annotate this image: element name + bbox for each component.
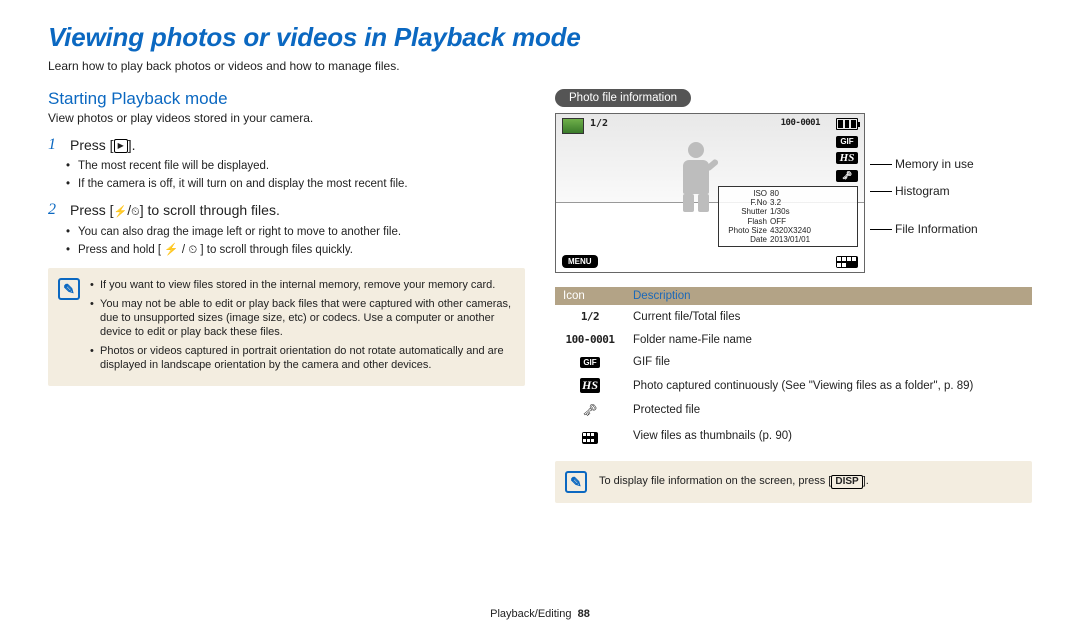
note-icon: ✎ — [565, 471, 587, 493]
tip-box: ✎ To display file information on the scr… — [555, 461, 1032, 503]
flash-icon — [114, 202, 128, 218]
playback-icon — [114, 139, 128, 153]
step-2: 2 Press [/] to scroll through files. — [48, 202, 525, 219]
step1-text-suffix: ]. — [128, 137, 136, 153]
counter-icon: 1/2 — [581, 310, 599, 323]
callout-memory: Memory in use — [895, 157, 974, 171]
step2-bullets: You can also drag the image left or righ… — [48, 225, 525, 258]
step-number: 1 — [48, 137, 62, 153]
hs-badge-icon: HS — [836, 152, 858, 164]
icon-description-table: Icon Description 1/2Current file/Total f… — [555, 287, 1032, 449]
menu-button[interactable]: MENU — [562, 255, 598, 268]
screen-figure: 1/2 100-0001 GIF HS 🗝 ISO80 F.No3.2 Shut… — [555, 113, 865, 273]
col-icon: Icon — [555, 287, 625, 305]
key-icon: 🗝 — [582, 403, 597, 417]
list-item: If the camera is off, it will turn on an… — [78, 177, 525, 193]
section-heading: Starting Playback mode — [48, 89, 525, 109]
folder-label-icon: 100-0001 — [566, 333, 615, 346]
disp-button-icon: DISP — [831, 475, 862, 489]
table-row: View files as thumbnails (p. 90) — [555, 422, 1032, 449]
section-desc: View photos or play videos stored in you… — [48, 111, 525, 125]
list-item: If you want to view files stored in the … — [90, 278, 513, 292]
col-description: Description — [625, 287, 1032, 305]
table-row: 🗝Protected file — [555, 398, 1032, 422]
step1-bullets: The most recent file will be displayed. … — [48, 159, 525, 192]
page-lead: Learn how to play back photos or videos … — [48, 59, 1032, 73]
list-item: You can also drag the image left or righ… — [78, 225, 525, 241]
info-pill: Photo file information — [555, 89, 691, 107]
step-number: 2 — [48, 202, 62, 219]
protected-badge-icon: 🗝 — [836, 170, 858, 182]
page-footer: Playback/Editing 88 — [0, 608, 1080, 620]
list-item: You may not be able to edit or play back… — [90, 297, 513, 340]
silhouette-icon — [676, 142, 716, 212]
timer-icon — [131, 202, 140, 218]
step1-text-prefix: Press [ — [70, 137, 114, 153]
gif-chip-icon: GIF — [580, 357, 599, 368]
callout-fileinfo: File Information — [895, 222, 978, 236]
step2-text-suffix: ] to scroll through files. — [140, 202, 280, 218]
tip-text: To display file information on the scree… — [599, 475, 831, 487]
note-box: ✎ If you want to view files stored in th… — [48, 268, 525, 386]
left-column: Starting Playback mode View photos or pl… — [48, 89, 525, 503]
list-item: Photos or videos captured in portrait or… — [90, 344, 513, 373]
folder-label: 100-0001 — [781, 118, 820, 128]
step-1: 1 Press []. — [48, 137, 525, 153]
step2-text-prefix: Press [ — [70, 202, 114, 218]
footer-section: Playback/Editing — [490, 608, 571, 620]
thumbnails-icon — [582, 432, 598, 444]
note-icon: ✎ — [58, 278, 80, 300]
page-number: 88 — [578, 608, 590, 620]
callout-histogram: Histogram — [895, 184, 950, 198]
thumbnails-button[interactable] — [836, 256, 858, 268]
gif-badge-icon: GIF — [836, 136, 858, 148]
file-counter: 1/2 — [590, 118, 608, 129]
memory-thumb-icon — [562, 118, 584, 134]
info-box: ISO80 F.No3.2 Shutter1/30s FlashOFF Phot… — [718, 186, 858, 247]
list-item: Press and hold [ ⚡ / ⏲ ] to scroll throu… — [78, 243, 525, 259]
table-row: HSPhoto captured continuously (See "View… — [555, 373, 1032, 398]
table-row: 1/2Current file/Total files — [555, 305, 1032, 328]
right-column: Photo file information 1/2 100-0001 GIF … — [555, 89, 1032, 503]
table-row: GIFGIF file — [555, 351, 1032, 373]
list-item: The most recent file will be displayed. — [78, 159, 525, 175]
table-row: 100-0001Folder name-File name — [555, 328, 1032, 351]
battery-icon — [836, 118, 858, 130]
hs-chip-icon: HS — [580, 378, 600, 393]
page-title: Viewing photos or videos in Playback mod… — [48, 22, 1032, 53]
